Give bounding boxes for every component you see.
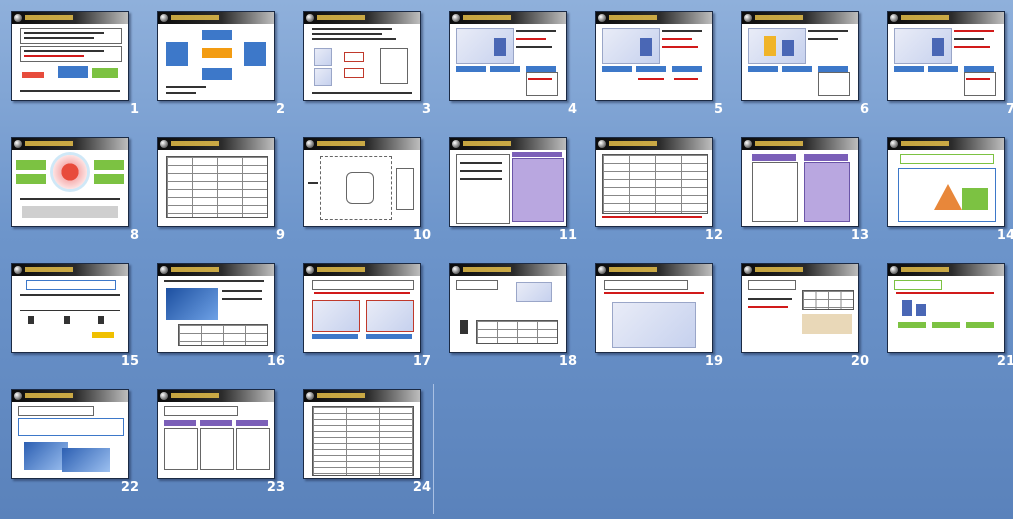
slide-thumbnail[interactable] (11, 137, 129, 227)
slide-thumbnail[interactable] (887, 263, 1005, 353)
slide-thumbnail[interactable] (449, 11, 567, 101)
slide-thumbnail[interactable] (887, 11, 1005, 101)
slide-24[interactable]: 24 (295, 381, 441, 507)
slide-14[interactable]: 14 (879, 129, 1013, 255)
slide-thumbnail[interactable] (449, 263, 567, 353)
slide-number: 6 (859, 102, 869, 117)
slide-number: 10 (412, 228, 431, 243)
slide-number: 14 (996, 228, 1013, 243)
slide-thumbnail[interactable] (741, 137, 859, 227)
slide-8[interactable]: 8 (3, 129, 149, 255)
slide-thumbnail[interactable] (887, 137, 1005, 227)
slide-15[interactable]: 15 (3, 255, 149, 381)
slide-1[interactable]: 1 (3, 3, 149, 129)
slide-6[interactable]: 6 (733, 3, 879, 129)
slide-number: 4 (567, 102, 577, 117)
slide-thumbnail[interactable] (157, 137, 275, 227)
slide-13[interactable]: 13 (733, 129, 879, 255)
slide-22[interactable]: 22 (3, 381, 149, 507)
slide-20[interactable]: 20 (733, 255, 879, 381)
slide-thumbnail[interactable] (303, 263, 421, 353)
slide-thumbnail[interactable] (595, 137, 713, 227)
slide-number: 9 (275, 228, 285, 243)
slide-number: 21 (996, 354, 1013, 369)
slide-number: 19 (704, 354, 723, 369)
slide-number: 11 (558, 228, 577, 243)
slide-number: 24 (412, 480, 431, 495)
slide-thumbnail[interactable] (449, 137, 567, 227)
slide-number: 16 (266, 354, 285, 369)
slide-thumbnail[interactable] (11, 389, 129, 479)
slide-thumbnail[interactable] (595, 263, 713, 353)
slide-3[interactable]: 3 (295, 3, 441, 129)
slide-4[interactable]: 4 (441, 3, 587, 129)
slide-number: 7 (1005, 102, 1013, 117)
slide-number: 15 (120, 354, 139, 369)
slide-thumbnail[interactable] (157, 11, 275, 101)
slide-10[interactable]: 10 (295, 129, 441, 255)
slide-19[interactable]: 19 (587, 255, 733, 381)
slide-number: 1 (129, 102, 139, 117)
slide-number: 22 (120, 480, 139, 495)
slide-18[interactable]: 18 (441, 255, 587, 381)
slide-17[interactable]: 17 (295, 255, 441, 381)
slide-thumbnail[interactable] (741, 263, 859, 353)
slide-thumbnail[interactable] (741, 11, 859, 101)
slide-number: 2 (275, 102, 285, 117)
slide-9[interactable]: 9 (149, 129, 295, 255)
slide-number: 18 (558, 354, 577, 369)
slide-2[interactable]: 2 (149, 3, 295, 129)
slide-thumbnail[interactable] (11, 11, 129, 101)
slide-sorter: 1 2 3 4 5 6 7 8 9 10 11 12 13 14 15 16 1… (0, 0, 1013, 519)
slide-number: 13 (850, 228, 869, 243)
slide-number: 8 (129, 228, 139, 243)
slide-thumbnail[interactable] (11, 263, 129, 353)
slide-thumbnail[interactable] (595, 11, 713, 101)
slide-number: 12 (704, 228, 723, 243)
slide-number: 20 (850, 354, 869, 369)
slide-5[interactable]: 5 (587, 3, 733, 129)
slide-21[interactable]: 21 (879, 255, 1013, 381)
slide-number: 17 (412, 354, 431, 369)
slide-thumbnail[interactable] (157, 263, 275, 353)
slide-23[interactable]: 23 (149, 381, 295, 507)
slide-11[interactable]: 11 (441, 129, 587, 255)
slide-number: 3 (421, 102, 431, 117)
slide-number: 5 (713, 102, 723, 117)
slide-thumbnail[interactable] (303, 389, 421, 479)
slide-number: 23 (266, 480, 285, 495)
insertion-divider (433, 384, 434, 514)
slide-thumbnail[interactable] (303, 11, 421, 101)
slide-thumbnail[interactable] (157, 389, 275, 479)
slide-7[interactable]: 7 (879, 3, 1013, 129)
slide-12[interactable]: 12 (587, 129, 733, 255)
slide-thumbnail[interactable] (303, 137, 421, 227)
slide-16[interactable]: 16 (149, 255, 295, 381)
